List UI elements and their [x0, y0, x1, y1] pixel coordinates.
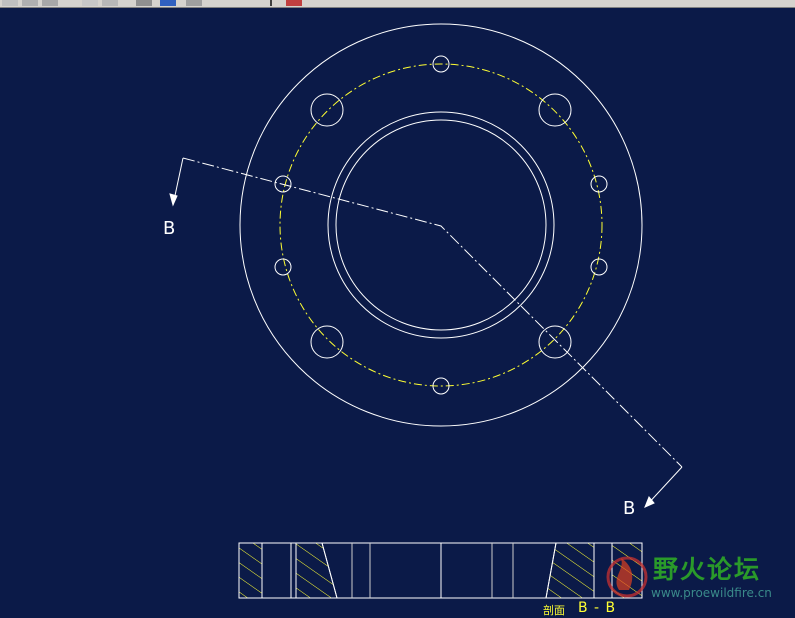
toolbar-icon[interactable]: [22, 0, 38, 6]
toolbar-icon[interactable]: [186, 0, 202, 6]
watermark-title: 野火论坛: [653, 555, 762, 584]
toolbar-icon[interactable]: [2, 0, 18, 6]
hub-outer-circle[interactable]: [327, 111, 555, 339]
toolbar-icon[interactable]: [286, 0, 302, 6]
watermark: 野火论坛 www.proewildfire.cn: [605, 548, 785, 610]
flange-outer-circle[interactable]: [239, 23, 643, 427]
toolbar-icon[interactable]: [82, 0, 98, 6]
bolt-hole[interactable]: [274, 258, 292, 276]
section-view[interactable]: [238, 542, 643, 599]
toolbar-separator: [270, 0, 272, 6]
watermark-url: www.proewildfire.cn: [651, 586, 772, 600]
bolt-hole[interactable]: [590, 175, 608, 193]
large-hole[interactable]: [538, 93, 572, 127]
large-hole[interactable]: [310, 93, 344, 127]
section-cut-line[interactable]: [169, 157, 683, 508]
flange-top-view[interactable]: [239, 23, 643, 427]
toolbar-icon[interactable]: [160, 0, 176, 6]
flame-logo-icon: [606, 556, 648, 598]
large-hole[interactable]: [538, 325, 572, 359]
toolbar: [0, 0, 795, 8]
hub-inner-circle[interactable]: [335, 119, 547, 331]
toolbar-icon[interactable]: [102, 0, 118, 6]
large-hole[interactable]: [310, 325, 344, 359]
section-title-prefix: 剖面: [543, 604, 565, 617]
toolbar-icon[interactable]: [136, 0, 152, 6]
section-arrow-label-bottom: B: [623, 498, 636, 519]
section-arrow-label-top: B: [163, 218, 176, 239]
bolt-hole[interactable]: [590, 258, 608, 276]
drawing-canvas[interactable]: [0, 8, 795, 618]
toolbar-icon[interactable]: [42, 0, 58, 6]
